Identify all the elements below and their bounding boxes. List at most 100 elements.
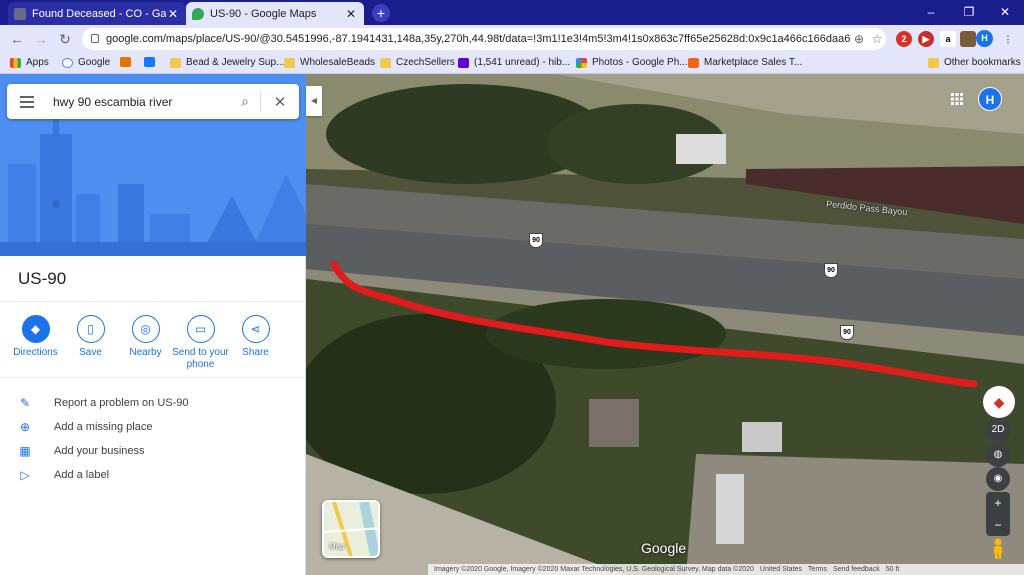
bookmark-google-photos[interactable]: Photos - Google Ph... xyxy=(576,57,688,68)
browser-toolbar: ← → ↻ google.com/maps/place/US-90/@30.54… xyxy=(0,25,1024,53)
bookmarks-bar: Apps Google Bead & Jewelry Sup... Wholes… xyxy=(0,53,1024,74)
hamburger-menu-icon[interactable] xyxy=(7,95,47,108)
address-bar[interactable]: google.com/maps/place/US-90/@30.5451996,… xyxy=(82,28,886,50)
zoom-controls: + − xyxy=(986,492,1010,536)
mail-icon xyxy=(458,57,469,68)
amazon-extension-icon[interactable]: a xyxy=(940,31,956,47)
bookmark-facebook[interactable] xyxy=(144,57,160,67)
facebook-icon xyxy=(144,57,155,67)
etsy-icon xyxy=(688,57,699,68)
collapse-panel-button[interactable]: ◀ xyxy=(306,86,322,116)
bookmark-yahoo-mail[interactable]: (1,541 unread) - hib... xyxy=(458,57,570,68)
url-text: google.com/maps/place/US-90/@30.5451996,… xyxy=(106,33,850,45)
bookmark-czechsellers[interactable]: CzechSellers xyxy=(380,57,455,68)
send-to-phone-button[interactable]: ▭ Send to your phone xyxy=(172,315,229,371)
share-icon: ⋖ xyxy=(241,315,270,343)
tab-title: US-90 - Google Maps xyxy=(210,7,317,20)
search-box[interactable]: hwy 90 escambia river ⌕ ✕ xyxy=(7,84,299,119)
globe-icon[interactable]: ◍ xyxy=(986,443,1010,467)
zoom-icon[interactable]: ⊕ xyxy=(850,32,868,46)
google-icon xyxy=(62,57,73,68)
add-label-link[interactable]: ▷ Add a label xyxy=(18,468,109,482)
phone-icon: ▭ xyxy=(186,315,215,343)
tab-google-maps[interactable]: US-90 - Google Maps ✕ xyxy=(186,2,364,25)
satellite-map[interactable] xyxy=(306,74,1024,575)
back-icon[interactable]: ← xyxy=(8,30,26,48)
bookmark-bead-jewelry[interactable]: Bead & Jewelry Sup... xyxy=(170,57,284,68)
forward-icon[interactable]: → xyxy=(32,30,50,48)
bookmark-icon: ▯ xyxy=(76,315,105,343)
profile-avatar[interactable]: H xyxy=(976,30,993,47)
pencil-icon: ✎ xyxy=(19,396,31,410)
compass-icon[interactable]: ◆ xyxy=(983,386,1015,418)
tilt-2d-button[interactable]: 2D xyxy=(986,418,1010,442)
youtube-extension-icon[interactable]: ▶ xyxy=(918,31,934,47)
bookmark-apps[interactable]: Apps xyxy=(10,57,49,68)
browser-tab-strip: Found Deceased - CO - Gannon ✕ US-90 - G… xyxy=(0,0,1024,25)
close-window-button[interactable]: ✕ xyxy=(988,0,1022,25)
search-input[interactable]: hwy 90 escambia river xyxy=(47,95,230,109)
report-problem-link[interactable]: ✎ Report a problem on US-90 xyxy=(18,396,189,410)
lock-icon xyxy=(91,34,99,43)
zoom-out-button[interactable]: − xyxy=(986,514,1010,536)
reload-icon[interactable]: ↻ xyxy=(56,30,74,48)
photos-icon xyxy=(576,57,587,68)
folder-icon xyxy=(380,57,391,68)
close-tab-icon[interactable]: ✕ xyxy=(166,7,180,21)
bookmark-wholesalebeads[interactable]: WholesaleBeads xyxy=(284,57,375,68)
directions-button[interactable]: ◆ Directions xyxy=(8,315,63,371)
apps-grid-icon xyxy=(10,57,21,68)
add-missing-place-link[interactable]: ⊕ Add a missing place xyxy=(18,420,152,434)
extension-badge-icon[interactable]: 2 xyxy=(896,31,912,47)
business-icon: ▦ xyxy=(19,444,31,458)
place-title: US-90 xyxy=(18,269,67,288)
folder-icon xyxy=(284,57,295,68)
attribution-bar: Imagery ©2020 Google, Imagery ©2020 Maxa… xyxy=(428,564,1024,575)
map-layer-toggle[interactable]: Map xyxy=(322,500,380,558)
country-label: United States xyxy=(759,566,802,573)
folder-icon xyxy=(928,57,939,68)
map-layer-label: Map xyxy=(329,542,345,551)
new-tab-button[interactable]: + xyxy=(372,4,390,22)
maps-favicon-icon xyxy=(192,7,204,20)
scale-label[interactable]: 50 ft xyxy=(886,566,900,573)
menu-dots-icon[interactable]: ⋮ xyxy=(1000,31,1016,47)
folder-icon xyxy=(170,57,181,68)
pegman-icon[interactable] xyxy=(990,538,1006,560)
tab-found-deceased[interactable]: Found Deceased - CO - Gannon ✕ xyxy=(8,2,186,25)
nearby-button[interactable]: ◎ Nearby xyxy=(118,315,173,371)
save-button[interactable]: ▯ Save xyxy=(63,315,118,371)
add-business-link[interactable]: ▦ Add your business xyxy=(18,444,144,458)
zoom-in-button[interactable]: + xyxy=(986,492,1010,514)
star-icon[interactable]: ☆ xyxy=(868,32,886,46)
bookmark-other[interactable]: Other bookmarks xyxy=(928,57,1021,68)
bookmark-marketplace[interactable]: Marketplace Sales T... xyxy=(688,57,802,68)
share-button[interactable]: ⋖ Share xyxy=(228,315,283,371)
terms-link[interactable]: Terms xyxy=(808,566,827,573)
imagery-attribution: Imagery ©2020 Google, Imagery ©2020 Maxa… xyxy=(434,566,754,573)
close-tab-icon[interactable]: ✕ xyxy=(344,7,358,21)
bookmark-google[interactable]: Google xyxy=(62,57,110,68)
extension-icon[interactable] xyxy=(960,31,976,47)
bookmark-icon-only[interactable] xyxy=(120,57,136,67)
tab-title: Found Deceased - CO - Gannon xyxy=(32,7,166,20)
action-row: ◆ Directions ▯ Save ◎ Nearby ▭ Send to y… xyxy=(8,315,298,371)
account-avatar[interactable]: H xyxy=(978,87,1002,111)
send-feedback-link[interactable]: Send feedback xyxy=(833,566,880,573)
tab-favicon-icon xyxy=(14,7,26,20)
label-icon: ▷ xyxy=(20,468,30,482)
route-shield-icon: 90 xyxy=(824,263,838,278)
maximize-button[interactable]: ❐ xyxy=(952,0,986,25)
divider xyxy=(0,377,306,378)
route-shield-icon: 90 xyxy=(529,233,543,248)
divider xyxy=(0,301,306,302)
google-logo: Google xyxy=(641,540,687,556)
my-location-icon[interactable]: ◉ xyxy=(986,467,1010,491)
apps-grid-icon[interactable] xyxy=(951,93,963,105)
aerial-imagery xyxy=(306,74,1024,575)
clear-search-icon[interactable]: ✕ xyxy=(261,93,299,111)
search-icon[interactable]: ⌕ xyxy=(230,93,260,110)
route-shield-icon: 90 xyxy=(840,325,854,340)
directions-icon: ◆ xyxy=(21,315,50,343)
minimize-button[interactable]: – xyxy=(914,0,948,25)
